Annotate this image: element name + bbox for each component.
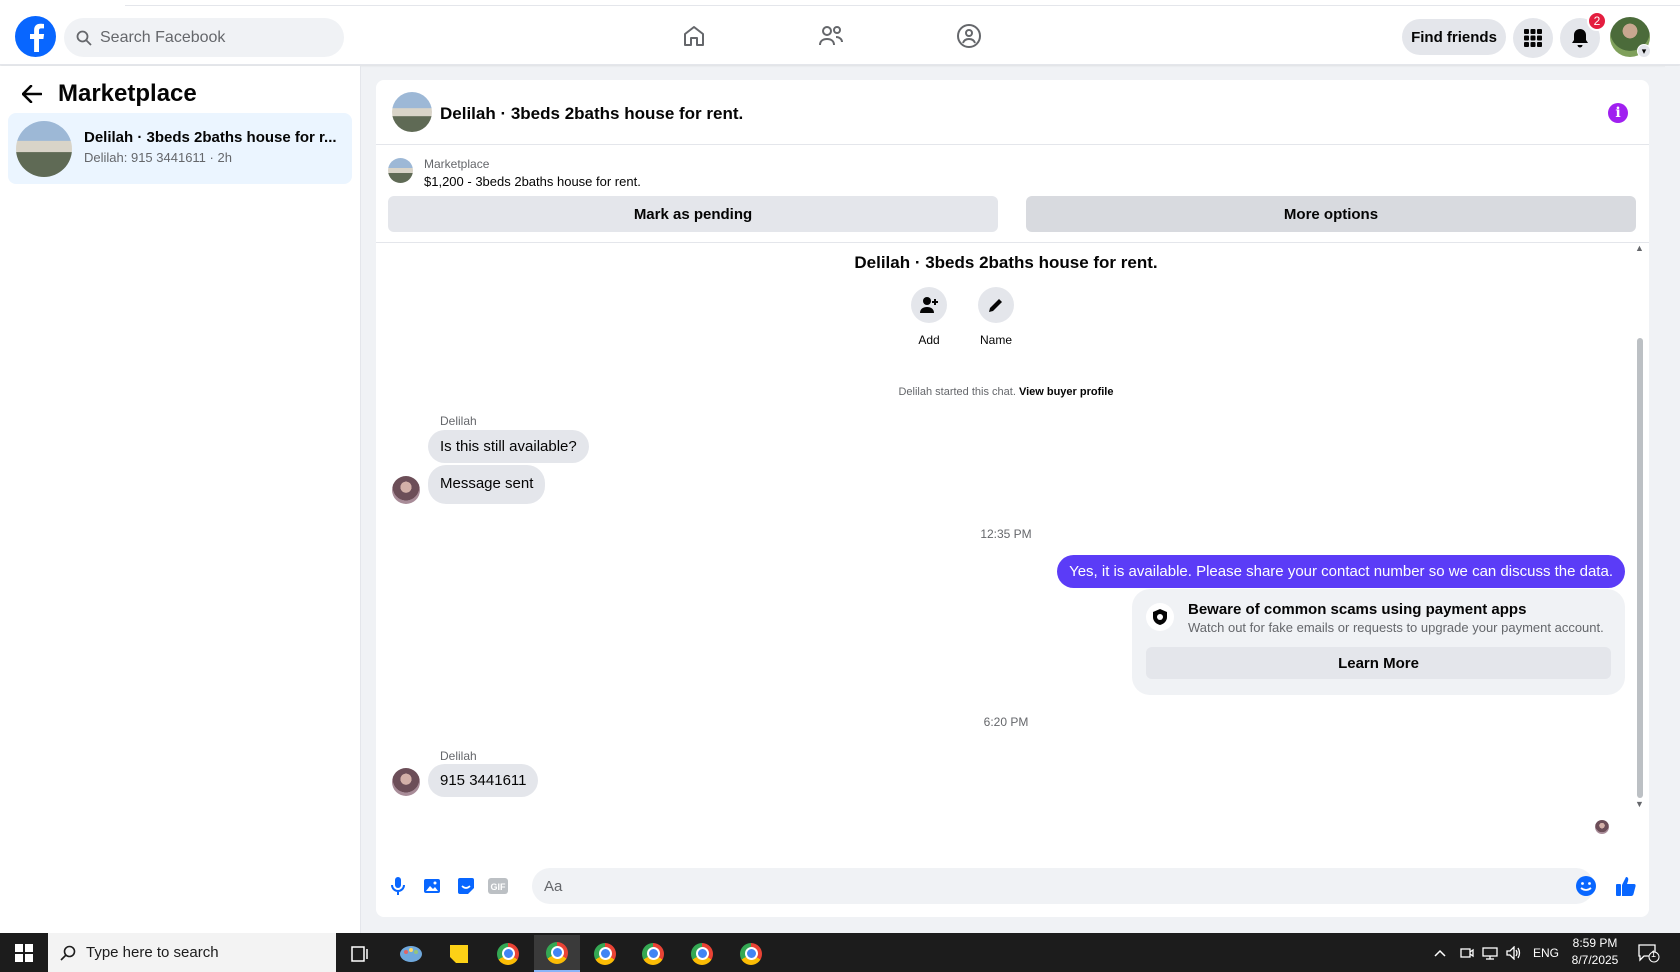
- incoming-message[interactable]: 915 3441611: [428, 764, 539, 797]
- listing-thumbnail: [16, 121, 72, 177]
- sidebar-header: Marketplace: [22, 80, 197, 108]
- clock-date: 8/7/2025: [1571, 953, 1619, 967]
- message-timestamp: 6:20 PM: [983, 715, 1029, 729]
- message-input[interactable]: [532, 868, 1594, 904]
- notification-badge: 2: [1587, 11, 1607, 31]
- sender-name: Delilah: [440, 749, 477, 763]
- seen-receipt-avatar: [1595, 820, 1609, 834]
- message-composer: GIF: [376, 863, 1649, 917]
- conversation-title: Delilah · 3beds 2baths house for r...: [84, 129, 337, 146]
- scroll-down-arrow[interactable]: ▼: [1635, 799, 1644, 809]
- scroll-up-arrow[interactable]: ▲: [1635, 243, 1644, 253]
- message-thread: Delilah · 3beds 2baths house for rent. A…: [376, 243, 1649, 843]
- chat-panel: Delilah · 3beds 2baths house for rent. i…: [376, 80, 1649, 917]
- listing-thumbnail-small[interactable]: [388, 158, 413, 183]
- find-friends-button[interactable]: Find friends: [1402, 19, 1506, 55]
- more-options-button[interactable]: More options: [1026, 196, 1636, 232]
- language-indicator[interactable]: ENG: [1533, 933, 1559, 972]
- pencil-icon: [989, 299, 1002, 312]
- search-icon: [60, 945, 76, 961]
- name-label: Name: [979, 333, 1012, 347]
- sender-avatar[interactable]: [392, 768, 420, 796]
- emoji-icon[interactable]: [1574, 874, 1598, 898]
- windows-start-icon[interactable]: [0, 933, 48, 972]
- info-icon[interactable]: i: [1608, 103, 1628, 123]
- marketplace-label: Marketplace: [424, 157, 490, 171]
- windows-taskbar: ENG 8:59 PM 8/7/2025 1: [0, 933, 1680, 972]
- back-arrow-icon[interactable]: [22, 85, 42, 103]
- menu-grid-icon[interactable]: [1513, 18, 1553, 58]
- task-view-icon[interactable]: [337, 935, 383, 972]
- chrome-icon[interactable]: [630, 935, 676, 972]
- chevron-down-icon[interactable]: ▾: [1637, 44, 1651, 58]
- chat-title[interactable]: Delilah · 3beds 2baths house for rent.: [440, 104, 743, 124]
- thumbs-up-icon[interactable]: [1614, 874, 1638, 898]
- search-bar[interactable]: [64, 18, 344, 57]
- taskbar-search-input[interactable]: [86, 944, 316, 961]
- home-icon[interactable]: [680, 22, 708, 50]
- sticky-notes-icon[interactable]: [436, 935, 482, 972]
- started-text: Delilah started this chat.: [898, 386, 1016, 398]
- outgoing-message[interactable]: Yes, it is available. Please share your …: [1057, 555, 1625, 588]
- clock-time: 8:59 PM: [1572, 936, 1618, 950]
- facebook-f-icon: [29, 23, 44, 52]
- sidebar-title: Marketplace: [58, 80, 197, 107]
- chrome-icon[interactable]: [728, 935, 774, 972]
- view-buyer-profile-link[interactable]: View buyer profile: [1019, 386, 1114, 398]
- action-center-icon[interactable]: 1: [1638, 933, 1660, 972]
- sticker-icon[interactable]: [454, 874, 478, 898]
- chat-started-note: Delilah started this chat. View buyer pr…: [376, 386, 1636, 398]
- action-center-count: 1: [1651, 949, 1657, 959]
- page-scrollbar[interactable]: [1665, 66, 1680, 932]
- incoming-message[interactable]: Is this still available?: [428, 430, 589, 463]
- browser-edge: [125, 0, 1680, 6]
- name-chat-button[interactable]: Name: [966, 287, 1026, 347]
- sender-name: Delilah: [440, 414, 477, 428]
- svg-text:GIF: GIF: [491, 882, 507, 892]
- scam-warning-title: Beware of common scams using payment app…: [1188, 601, 1527, 618]
- marketplace-sidebar: Marketplace Delilah · 3beds 2baths house…: [0, 66, 361, 933]
- add-label: Add: [918, 333, 940, 347]
- scam-warning-card: Beware of common scams using payment app…: [1132, 589, 1625, 695]
- taskbar-search[interactable]: [48, 933, 336, 972]
- search-icon: [76, 30, 92, 46]
- photo-icon[interactable]: [420, 874, 444, 898]
- thread-title: Delilah · 3beds 2baths house for rent.: [854, 253, 1158, 272]
- chat-header: Delilah · 3beds 2baths house for rent. i: [376, 80, 1649, 145]
- chat-scrollbar-thumb[interactable]: [1637, 338, 1643, 798]
- sender-avatar[interactable]: [392, 476, 420, 504]
- paint-app-icon[interactable]: [388, 935, 434, 972]
- chrome-icon[interactable]: [485, 935, 531, 972]
- taskbar-clock[interactable]: 8:59 PM 8/7/2025: [1565, 935, 1625, 969]
- tray-expand-icon[interactable]: [1434, 933, 1446, 972]
- conversation-item[interactable]: Delilah · 3beds 2baths house for r... De…: [8, 113, 352, 184]
- top-navbar: Find friends 2 ▾: [0, 0, 1680, 65]
- conversation-preview: Delilah: 915 3441611 · 2h: [84, 150, 232, 165]
- chrome-icon[interactable]: [582, 935, 628, 972]
- friends-icon[interactable]: [817, 22, 845, 50]
- add-person-icon: [920, 297, 938, 313]
- add-people-button[interactable]: Add: [899, 287, 959, 347]
- meet-now-icon[interactable]: [1460, 933, 1474, 972]
- learn-more-button[interactable]: Learn More: [1146, 647, 1611, 679]
- chrome-icon[interactable]: [534, 935, 580, 972]
- groups-icon[interactable]: [955, 22, 983, 50]
- gif-icon[interactable]: GIF: [486, 874, 510, 898]
- search-input[interactable]: [100, 28, 320, 47]
- facebook-logo[interactable]: [15, 16, 56, 57]
- chrome-icon[interactable]: [679, 935, 725, 972]
- volume-icon[interactable]: [1506, 933, 1522, 972]
- listing-summary[interactable]: $1,200 - 3beds 2baths house for rent.: [424, 174, 641, 189]
- microphone-icon[interactable]: [386, 874, 410, 898]
- chat-avatar[interactable]: [392, 92, 432, 132]
- mark-pending-button[interactable]: Mark as pending: [388, 196, 998, 232]
- shield-icon: [1146, 603, 1174, 631]
- incoming-message[interactable]: Message sent: [428, 465, 546, 504]
- message-timestamp: 12:35 PM: [980, 527, 1032, 541]
- scam-warning-text: Watch out for fake emails or requests to…: [1188, 620, 1604, 635]
- network-icon[interactable]: [1482, 933, 1498, 972]
